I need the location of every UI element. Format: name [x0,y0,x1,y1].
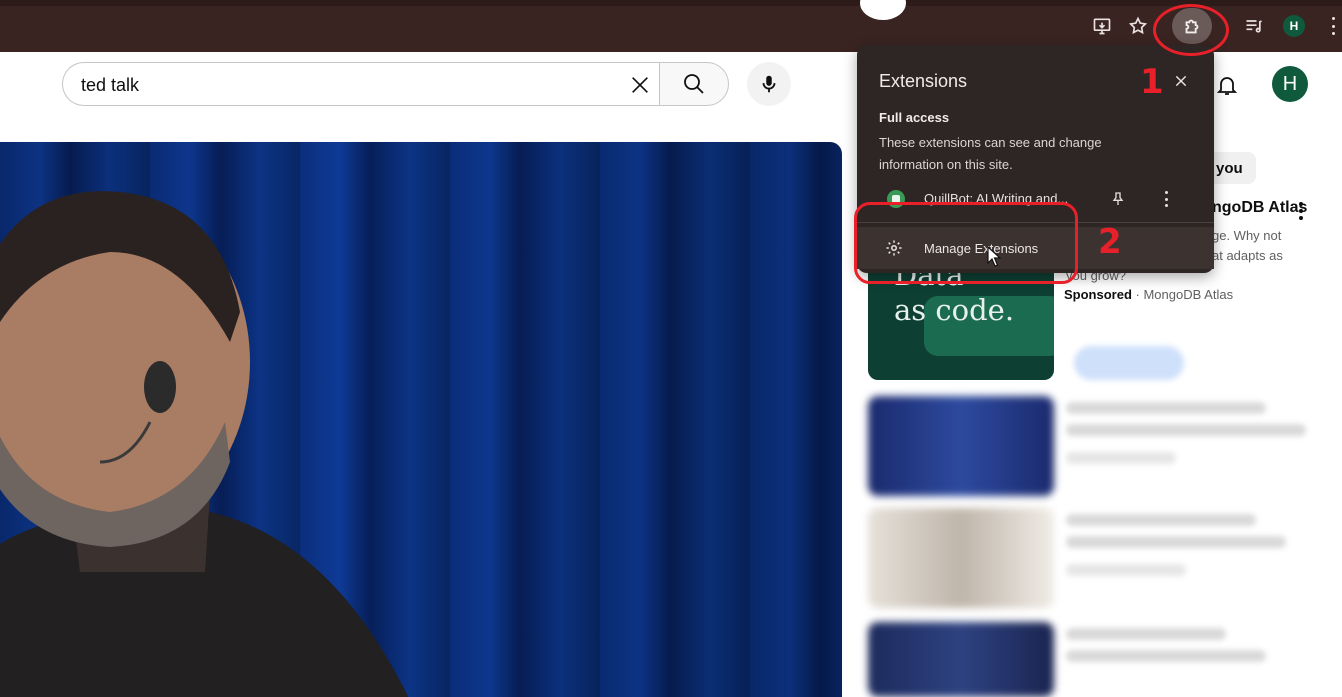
blurred-title [1066,402,1266,414]
annotation-step-2: 2 [1098,222,1122,262]
full-access-description: These extensions can see and change info… [879,135,1102,172]
search-button[interactable] [659,62,729,106]
notifications-bell-icon[interactable] [1212,70,1242,100]
blurred-meta [1066,452,1176,464]
profile-initial: H [1289,19,1299,33]
tab-strip-edge [0,0,1342,6]
ad-description-line-1: ge. Why not [1212,228,1282,243]
speaker-figure [0,191,409,697]
browser-menu-icon[interactable] [1328,14,1338,38]
ad-more-options-icon[interactable] [1296,200,1306,222]
blurred-title [1066,424,1306,436]
blurred-video-thumbnail[interactable] [868,622,1054,697]
ad-thumbnail-text-2: as code. [894,293,1015,327]
ad-description-line-2: at adapts as [1212,248,1283,263]
ad-sponsor-line: Sponsored · MongoDB Atlas [1064,287,1233,302]
search-input[interactable]: ted talk [62,62,660,106]
blurred-video-thumbnail[interactable] [868,508,1054,608]
blurred-meta [1066,564,1186,576]
search-icon [684,74,704,94]
blurred-video-thumbnail[interactable] [868,396,1054,496]
blurred-title [1066,536,1286,548]
media-playlist-icon[interactable] [1240,12,1268,40]
annotation-box-manage [854,202,1078,284]
microphone-icon [762,75,776,93]
annotation-circle-extensions [1153,4,1229,56]
sponsor-name: MongoDB Atlas [1143,287,1234,302]
blurred-title [1066,514,1256,526]
browser-window: H ted talk H r you Data as code. ngoDB A… [0,0,1342,697]
install-app-icon[interactable] [1088,12,1116,40]
clear-search-icon[interactable] [622,70,658,100]
voice-search-button[interactable] [747,62,791,106]
blurred-title [1066,628,1226,640]
popup-title: Extensions [879,71,968,91]
camera-notch [860,0,906,20]
sponsored-label: Sponsored [1064,287,1132,302]
search-query-text: ted talk [81,75,140,95]
blurred-title [1066,650,1266,662]
full-access-heading: Full access [879,110,950,125]
account-initial: H [1282,72,1298,95]
pin-icon[interactable] [1107,187,1129,211]
extension-more-options-icon[interactable] [1161,189,1171,209]
ad-title[interactable]: ngoDB Atlas [1212,199,1307,217]
annotation-step-1: 1 [1140,62,1164,102]
sponsor-separator: · [1131,287,1144,302]
account-avatar[interactable]: H [1272,66,1308,102]
bookmark-star-icon[interactable] [1124,12,1152,40]
blurred-cta-button[interactable] [1074,346,1184,380]
close-icon[interactable] [1169,69,1193,93]
video-player[interactable] [0,142,842,697]
profile-avatar[interactable]: H [1283,15,1305,37]
